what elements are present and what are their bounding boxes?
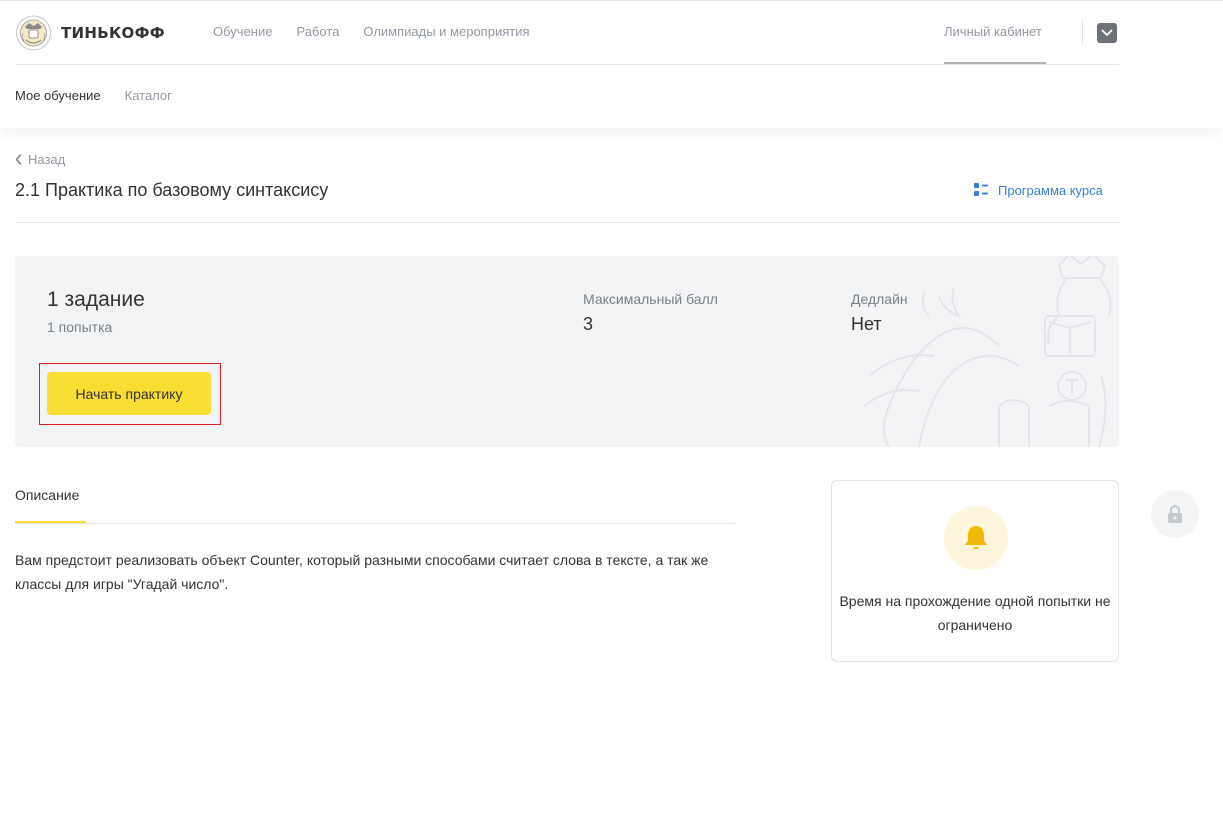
tab-separator [15,523,735,524]
description-text: Вам предстоит реализовать объект Counter… [15,552,709,592]
bell-badge [944,506,1008,570]
back-link[interactable]: Назад [15,152,65,167]
task-count: 1 задание [47,288,145,311]
subnav-item-my-learning[interactable]: Мое обучение [15,88,101,103]
page-title: 2.1 Практика по базовому синтаксису [15,180,329,200]
lock-button[interactable] [1151,490,1199,538]
start-practice-button[interactable]: Начать практику [47,372,211,415]
header-separator [15,64,1119,65]
program-course-label: Программа курса [998,182,1103,198]
nav-item-learning[interactable]: Обучение [213,24,272,39]
program-list-icon [974,183,988,196]
deadline-label: Дедлайн [851,291,908,307]
tab-description[interactable]: Описание [15,487,79,503]
deadline-value: Нет [851,314,882,334]
max-score-value: 3 [583,314,594,334]
tinkoff-logo[interactable]: ТИНЬКОФФ [15,15,165,51]
back-label: Назад [28,152,66,167]
coat-of-arms-watermark [863,256,1112,447]
main-nav: Обучение Работа Олимпиады и мероприятия [213,24,530,39]
nav-item-cabinet[interactable]: Личный кабинет [944,24,1042,39]
time-limit-text: Время на прохождение одной попытки не ог… [839,593,1111,633]
logo-text: ТИНЬКОФФ [61,24,165,42]
time-limit-card: Время на прохождение одной попытки не ог… [831,480,1119,662]
nav-item-olympiads[interactable]: Олимпиады и мероприятия [363,24,529,39]
title-separator [15,222,1119,223]
subnav-item-catalog[interactable]: Каталог [125,88,172,103]
sub-nav: Мое обучение Каталог [15,88,172,103]
chevron-left-icon [15,154,22,165]
header-divider [1082,19,1083,45]
nav-item-work[interactable]: Работа [296,24,339,39]
tinkoff-logo-icon [16,15,51,51]
profile-dropdown-button[interactable] [1097,23,1117,43]
bell-icon [965,526,987,550]
practice-card: 1 задание 1 попытка Максимальный балл 3 … [15,256,1119,447]
max-score-label: Максимальный балл [583,291,718,307]
program-course-link[interactable]: Программа курса [973,182,1103,198]
chevron-down-icon [1101,29,1113,36]
top-header: ТИНЬКОФФ Обучение Работа Олимпиады и мер… [0,0,1223,128]
lock-icon [1168,505,1182,523]
attempts-count: 1 попытка [47,319,113,335]
